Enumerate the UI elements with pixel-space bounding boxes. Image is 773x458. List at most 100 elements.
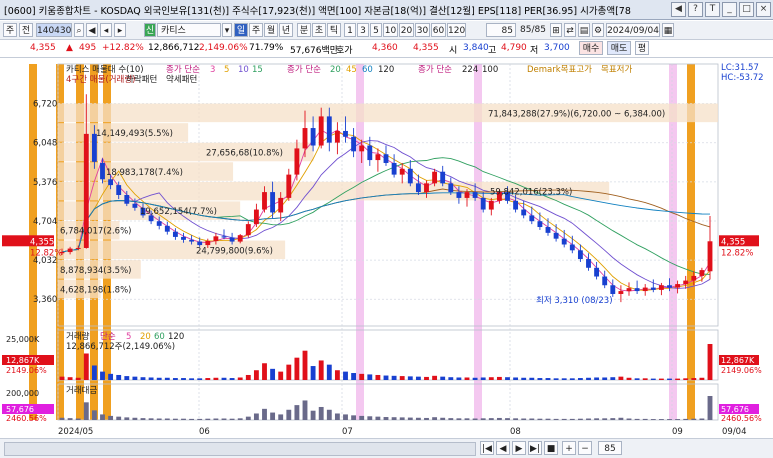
tab-minute[interactable]: 분 <box>297 23 311 37</box>
eval-button[interactable]: 평 <box>635 41 649 55</box>
amount-bar <box>91 410 97 420</box>
volume-bar <box>464 377 470 380</box>
volume-legend: 거래량 <box>66 331 90 342</box>
volume-bar <box>59 376 65 380</box>
volume-ma-label: 단순 <box>100 331 116 342</box>
topmost-button[interactable]: T <box>705 2 720 17</box>
sell-button[interactable]: 매도 <box>607 41 631 55</box>
scroll-next-button[interactable]: ▶ <box>512 441 526 455</box>
candle-body <box>521 209 527 216</box>
candle-body <box>424 183 429 193</box>
horizontal-scrollbar[interactable] <box>4 442 476 456</box>
interval-120-button[interactable]: 120 <box>447 23 466 37</box>
help-button[interactable]: ? <box>688 2 703 17</box>
candle-body <box>391 162 397 175</box>
zoom-out-button[interactable]: − <box>578 441 592 455</box>
volume-bar <box>407 376 413 380</box>
candle-body <box>359 145 365 152</box>
tab-second[interactable]: 초 <box>312 23 326 37</box>
candle-body <box>286 174 292 198</box>
candle-body <box>124 195 130 204</box>
volume-left-pct: 2149.06% <box>6 366 47 375</box>
volume-bar <box>181 378 186 380</box>
chart-svg[interactable]: 6,7206,0485,3764,7044,0323,36071,843,288… <box>0 58 773 444</box>
scroll-prev-button[interactable]: ◀ <box>496 441 510 455</box>
amount-bar <box>270 412 276 420</box>
tab-year[interactable]: 년 <box>279 23 293 37</box>
item-type-button[interactable]: 전 <box>19 23 33 37</box>
stop-button[interactable]: ■ <box>544 441 558 455</box>
candle-body <box>642 287 648 292</box>
toggle-icon[interactable]: ⇄ <box>564 23 576 37</box>
amount-bar <box>221 418 227 420</box>
volume-profile-label: 59,842,016(23.3%) <box>490 188 572 198</box>
gear-icon[interactable]: ⚙ <box>592 23 604 37</box>
back-icon[interactable]: ◂ <box>100 23 112 37</box>
tab-month[interactable]: 월 <box>264 23 278 37</box>
interval-1-button[interactable]: 1 <box>344 23 356 37</box>
tab-week[interactable]: 주 <box>249 23 263 37</box>
scroll-first-button[interactable]: |◀ <box>480 441 494 455</box>
count-input[interactable]: 85 <box>486 23 516 37</box>
interval-30-button[interactable]: 30 <box>415 23 430 37</box>
volume-bar <box>278 371 284 380</box>
interval-3-button[interactable]: 3 <box>357 23 369 37</box>
volume-ma-value: 20 <box>140 332 151 342</box>
legend-ma3-label: 종가 단순 <box>418 64 452 75</box>
volume-bar <box>221 377 227 380</box>
calendar-icon[interactable]: ▦ <box>662 23 674 37</box>
zoom-in-button[interactable]: + <box>562 441 576 455</box>
dropdown-chevron-icon[interactable]: ▾ <box>222 23 232 37</box>
volume-bar <box>472 377 478 380</box>
amount-bar <box>318 406 324 420</box>
volume-bar <box>124 376 130 380</box>
candle-body <box>553 232 559 239</box>
scroll-last-button[interactable]: ▶| <box>528 441 542 455</box>
interval-60-button[interactable]: 60 <box>431 23 446 37</box>
period-button[interactable]: 주 <box>3 23 17 37</box>
volume-bar <box>164 377 170 380</box>
volume-bar <box>116 374 122 380</box>
change-arrow: ▲ <box>66 43 73 53</box>
chart-toolbar: 주 전 140430 ⌕ ◀ ◂ ▸ 신 카티스 ▾ 일 주 월 년 분 초 틱… <box>0 21 773 40</box>
volume-bar <box>302 350 308 380</box>
interval-5-button[interactable]: 5 <box>370 23 382 37</box>
right-price-tag: 4,355 <box>721 237 745 247</box>
stock-code-input[interactable]: 140430 <box>36 23 72 37</box>
legend-ma-value: 15 <box>252 65 263 75</box>
amount-right-pct: 2460.56% <box>721 414 762 423</box>
chart-area[interactable]: 6,720 6,048 5,376 4,704 4,032 3,360 71,843,288… <box>0 58 773 444</box>
minimize-button[interactable]: _ <box>722 2 737 17</box>
candle-body <box>270 192 276 213</box>
print-icon[interactable]: ▤ <box>578 23 590 37</box>
forward-icon[interactable]: ▸ <box>114 23 126 37</box>
interval-20-button[interactable]: 20 <box>399 23 414 37</box>
volume-bar <box>245 374 251 380</box>
search-icon[interactable]: ⌕ <box>74 23 84 37</box>
lock-icon[interactable]: ⊞ <box>550 23 562 37</box>
amount-bar <box>545 418 551 420</box>
volume-bar <box>553 378 559 380</box>
speaker-icon[interactable]: ◀ <box>86 23 98 37</box>
volume-info: 12,866,712주(2,149.06%) <box>66 342 175 352</box>
amount-bar <box>189 418 195 420</box>
buy-button[interactable]: 매수 <box>579 41 603 55</box>
price-tick-label: 5,376 <box>33 178 57 188</box>
tab-tick[interactable]: 틱 <box>327 23 341 37</box>
interval-10-button[interactable]: 10 <box>383 23 398 37</box>
left-pct-tag: 12.82% <box>30 248 62 258</box>
stock-name-field[interactable]: 카티스 <box>157 23 221 37</box>
maximize-button[interactable]: □ <box>739 2 754 17</box>
prev-window-button[interactable]: ◀ <box>671 2 686 17</box>
volume-profile-label: 8,878,934(3.5%) <box>60 266 132 276</box>
candle-body <box>294 148 300 175</box>
amount-bar <box>667 419 672 420</box>
amount-bar <box>537 418 543 420</box>
tab-day[interactable]: 일 <box>234 23 248 37</box>
candle-body <box>262 192 267 210</box>
date-input[interactable]: 2024/09/04 <box>606 23 660 37</box>
volume-bar <box>699 377 705 380</box>
volume-profile-label: 14,149,493(5.5%) <box>96 129 173 139</box>
amount-bar <box>148 418 154 420</box>
close-button[interactable]: × <box>756 2 771 17</box>
